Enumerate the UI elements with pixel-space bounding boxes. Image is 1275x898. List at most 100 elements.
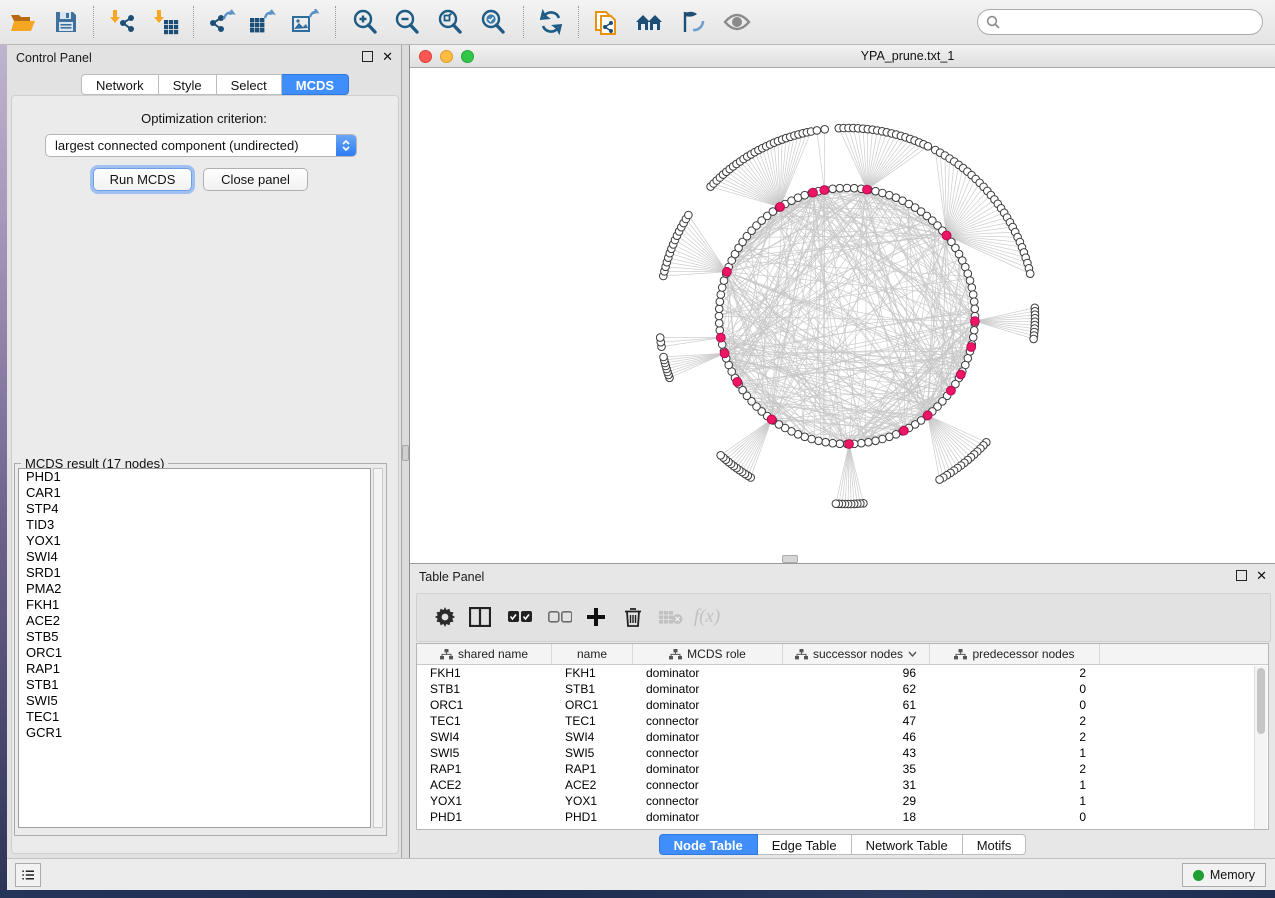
network-node[interactable] (968, 284, 976, 292)
table-cell[interactable]: 31 (783, 777, 930, 793)
network-node[interactable] (717, 291, 725, 299)
table-cell[interactable]: ACE2 (552, 777, 633, 793)
table-cell[interactable]: 62 (783, 681, 930, 697)
mcds-node[interactable] (900, 426, 909, 435)
delete-column-button[interactable] (615, 594, 651, 639)
mcds-node[interactable] (863, 185, 872, 194)
tab-style[interactable]: Style (159, 74, 217, 95)
mcds-result-item[interactable]: PMA2 (19, 581, 370, 597)
zoom-out-button[interactable] (388, 4, 426, 40)
mcds-node[interactable] (720, 349, 729, 358)
table-row[interactable]: SWI5SWI5connector431 (417, 745, 1268, 761)
table-cell[interactable]: SWI5 (552, 745, 633, 761)
tab-node-table[interactable]: Node Table (659, 834, 758, 855)
table-row[interactable]: TEC1TEC1connector472 (417, 713, 1268, 729)
table-cell[interactable]: dominator (633, 681, 783, 697)
export-image-button[interactable] (286, 4, 324, 40)
network-node[interactable] (715, 312, 723, 320)
network-node[interactable] (829, 439, 837, 447)
table-cell[interactable]: 47 (783, 713, 930, 729)
mcds-result-item[interactable]: RAP1 (19, 661, 370, 677)
table-cell[interactable]: 35 (783, 761, 930, 777)
network-node[interactable] (865, 438, 873, 446)
table-cell[interactable]: 0 (930, 809, 1100, 825)
tab-select[interactable]: Select (217, 74, 282, 95)
delete-table-button[interactable] (653, 594, 689, 639)
table-cell[interactable]: dominator (633, 761, 783, 777)
table-cell[interactable]: PHD1 (417, 809, 552, 825)
table-cell[interactable]: PHD1 (552, 809, 633, 825)
mcds-node[interactable] (716, 333, 725, 342)
network-node[interactable] (718, 284, 726, 292)
mcds-result-list[interactable]: PHD1CAR1STP4TID3YOX1SWI4SRD1PMA2FKH1ACE2… (18, 468, 371, 828)
table-cell[interactable]: TEC1 (552, 713, 633, 729)
table-cell[interactable]: ORC1 (552, 697, 633, 713)
mcds-result-item[interactable]: ORC1 (19, 645, 370, 661)
vertical-splitter[interactable] (402, 45, 409, 858)
table-cell[interactable]: 18 (783, 809, 930, 825)
close-table-panel-icon[interactable]: ✕ (1256, 570, 1267, 581)
table-row[interactable]: ACE2ACE2connector311 (417, 777, 1268, 793)
mcds-node[interactable] (967, 343, 976, 352)
table-cell[interactable]: dominator (633, 697, 783, 713)
zoom-fit-button[interactable] (431, 4, 469, 40)
table-row[interactable]: RAP1RAP1dominator352 (417, 761, 1268, 777)
table-cell[interactable]: 43 (783, 745, 930, 761)
apply-preferred-layout-button[interactable] (532, 4, 570, 40)
tab-edge-table[interactable]: Edge Table (758, 834, 852, 855)
mcds-result-item[interactable]: PHD1 (19, 469, 370, 485)
network-node[interactable] (836, 184, 844, 192)
table-cell[interactable]: SWI4 (417, 729, 552, 745)
mcds-node[interactable] (820, 186, 829, 195)
mcds-result-item[interactable]: STB5 (19, 629, 370, 645)
table-cell[interactable]: 2 (930, 713, 1100, 729)
network-node[interactable] (1026, 270, 1034, 278)
tab-motifs[interactable]: Motifs (963, 834, 1027, 855)
table-row[interactable]: PHD1PHD1dominator180 (417, 809, 1268, 825)
tab-mcds[interactable]: MCDS (282, 74, 349, 95)
mcds-node[interactable] (809, 188, 818, 197)
column-header-name[interactable]: name (552, 644, 633, 664)
table-scrollbar-thumb[interactable] (1257, 668, 1265, 734)
network-node[interactable] (843, 184, 851, 192)
network-node[interactable] (821, 126, 829, 134)
table-cell[interactable]: 1 (930, 745, 1100, 761)
run-mcds-button[interactable]: Run MCDS (93, 168, 192, 191)
table-cell[interactable]: SWI4 (552, 729, 633, 745)
network-node[interactable] (836, 440, 844, 448)
table-cell[interactable]: dominator (633, 729, 783, 745)
network-node[interactable] (924, 143, 932, 151)
table-cell[interactable]: YOX1 (417, 793, 552, 809)
network-node[interactable] (822, 438, 830, 446)
splitter-handle[interactable] (402, 445, 409, 461)
table-settings-button[interactable] (427, 594, 463, 639)
network-node[interactable] (717, 452, 725, 460)
mcds-node[interactable] (942, 231, 951, 240)
network-node[interactable] (969, 334, 977, 342)
mcds-result-item[interactable]: STP4 (19, 501, 370, 517)
open-folder-button[interactable] (4, 4, 42, 40)
table-cell[interactable]: ORC1 (417, 697, 552, 713)
table-cell[interactable]: SWI5 (417, 745, 552, 761)
criterion-dropdown[interactable]: largest connected component (undirected) (45, 134, 357, 157)
network-node[interactable] (936, 476, 944, 484)
table-cell[interactable]: RAP1 (417, 761, 552, 777)
table-cell[interactable]: connector (633, 777, 783, 793)
hide-panel-flag-button[interactable] (674, 4, 712, 40)
network-node[interactable] (966, 277, 974, 285)
table-row[interactable]: STB1STB1dominator620 (417, 681, 1268, 697)
show-hide-eye-button[interactable] (718, 4, 756, 40)
network-node[interactable] (715, 305, 723, 313)
network-node[interactable] (858, 439, 866, 447)
network-node[interactable] (872, 437, 880, 445)
deselect-all-button[interactable] (542, 594, 578, 639)
float-panel-icon[interactable] (362, 51, 373, 62)
network-from-selection-button[interactable] (587, 4, 625, 40)
tab-network[interactable]: Network (81, 74, 159, 95)
export-network-button[interactable] (203, 4, 241, 40)
network-node[interactable] (716, 298, 724, 306)
table-cell[interactable]: 61 (783, 697, 930, 713)
network-node[interactable] (872, 187, 880, 195)
mcds-node[interactable] (723, 267, 732, 276)
network-node[interactable] (829, 185, 837, 193)
